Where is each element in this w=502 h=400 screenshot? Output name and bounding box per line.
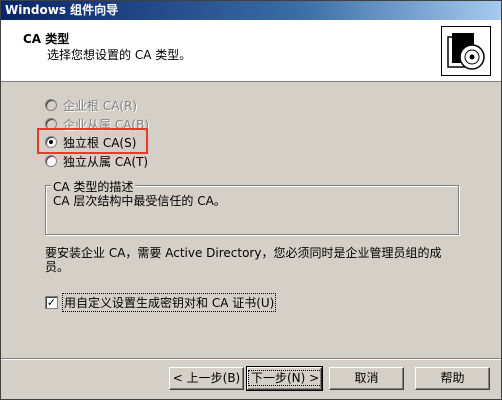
title-bar: Windows 组件向导 — [1, 1, 501, 20]
radio-label: 独立从属 CA(T) — [63, 154, 149, 169]
radio-standalone-subordinate[interactable]: 独立从属 CA(T) — [45, 153, 148, 169]
selection-highlight — [37, 128, 148, 154]
window-title: Windows 组件向导 — [5, 3, 119, 17]
page-title: CA 类型 — [23, 32, 70, 46]
radio-enterprise-root[interactable]: 企业根 CA(R) — [45, 97, 137, 113]
enterprise-ca-note: 要安装企业 CA，需要 Active Directory，您必须同时是企业管理员… — [45, 246, 442, 274]
back-button[interactable]: < 上一步(B) — [169, 367, 244, 390]
wizard-header: CA 类型 选择您想设置的 CA 类型。 — [1, 20, 501, 82]
radio-button[interactable] — [45, 155, 57, 167]
next-button-label: 下一步(N) > — [248, 370, 323, 386]
description-text: CA 层次结构中最受信任的 CA。 — [53, 194, 226, 208]
custom-keys-label: 用自定义设置生成密钥对和 CA 证书(U) — [62, 293, 277, 312]
page-subtitle: 选择您想设置的 CA 类型。 — [47, 48, 192, 62]
custom-keys-checkbox[interactable]: ✓ — [45, 296, 58, 309]
radio-label: 企业根 CA(R) — [63, 98, 138, 113]
cancel-button[interactable]: 取消 — [329, 367, 404, 390]
certificate-cd-icon — [441, 26, 491, 76]
custom-keys-checkbox-row[interactable]: ✓ 用自定义设置生成密钥对和 CA 证书(U) — [45, 293, 277, 312]
button-separator — [1, 358, 501, 360]
help-button[interactable]: 帮助 — [415, 367, 490, 390]
next-button[interactable]: 下一步(N) > — [246, 366, 323, 391]
wizard-window: Windows 组件向导 CA 类型 选择您想设置的 CA 类型。 企业根 CA… — [0, 0, 502, 400]
radio-button[interactable] — [45, 99, 57, 111]
